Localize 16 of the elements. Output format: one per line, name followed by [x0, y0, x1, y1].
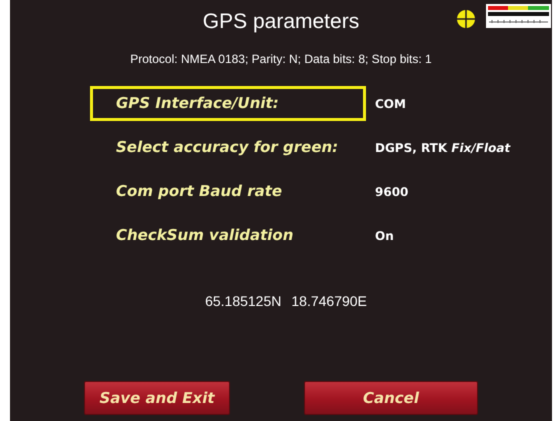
setting-label[interactable]: CheckSum validation — [90, 218, 366, 253]
setting-label[interactable]: Select accuracy for green: — [90, 130, 366, 165]
setting-label[interactable]: GPS Interface/Unit: — [90, 86, 366, 121]
cancel-button[interactable]: Cancel — [304, 381, 478, 415]
accuracy-gauge-icon — [486, 4, 551, 28]
protocol-text: Protocol: NMEA 0183; Parity: N; Data bits: 8; Stop bits: 1 — [129, 51, 433, 68]
screen-title: GPS parameters — [202, 9, 360, 35]
latitude-text: 65.185125N — [205, 292, 282, 311]
save-button[interactable]: Save and Exit — [84, 381, 230, 415]
setting-value: COM — [375, 96, 406, 112]
setting-value: On — [375, 228, 394, 244]
longitude-text: 18.746790E — [291, 292, 367, 311]
setting-value: 9600 — [375, 184, 408, 200]
setting-value: DGPS, RTK Fix/Float — [375, 140, 510, 156]
setting-label[interactable]: Com port Baud rate — [90, 174, 366, 209]
crosshair-icon — [456, 9, 476, 29]
